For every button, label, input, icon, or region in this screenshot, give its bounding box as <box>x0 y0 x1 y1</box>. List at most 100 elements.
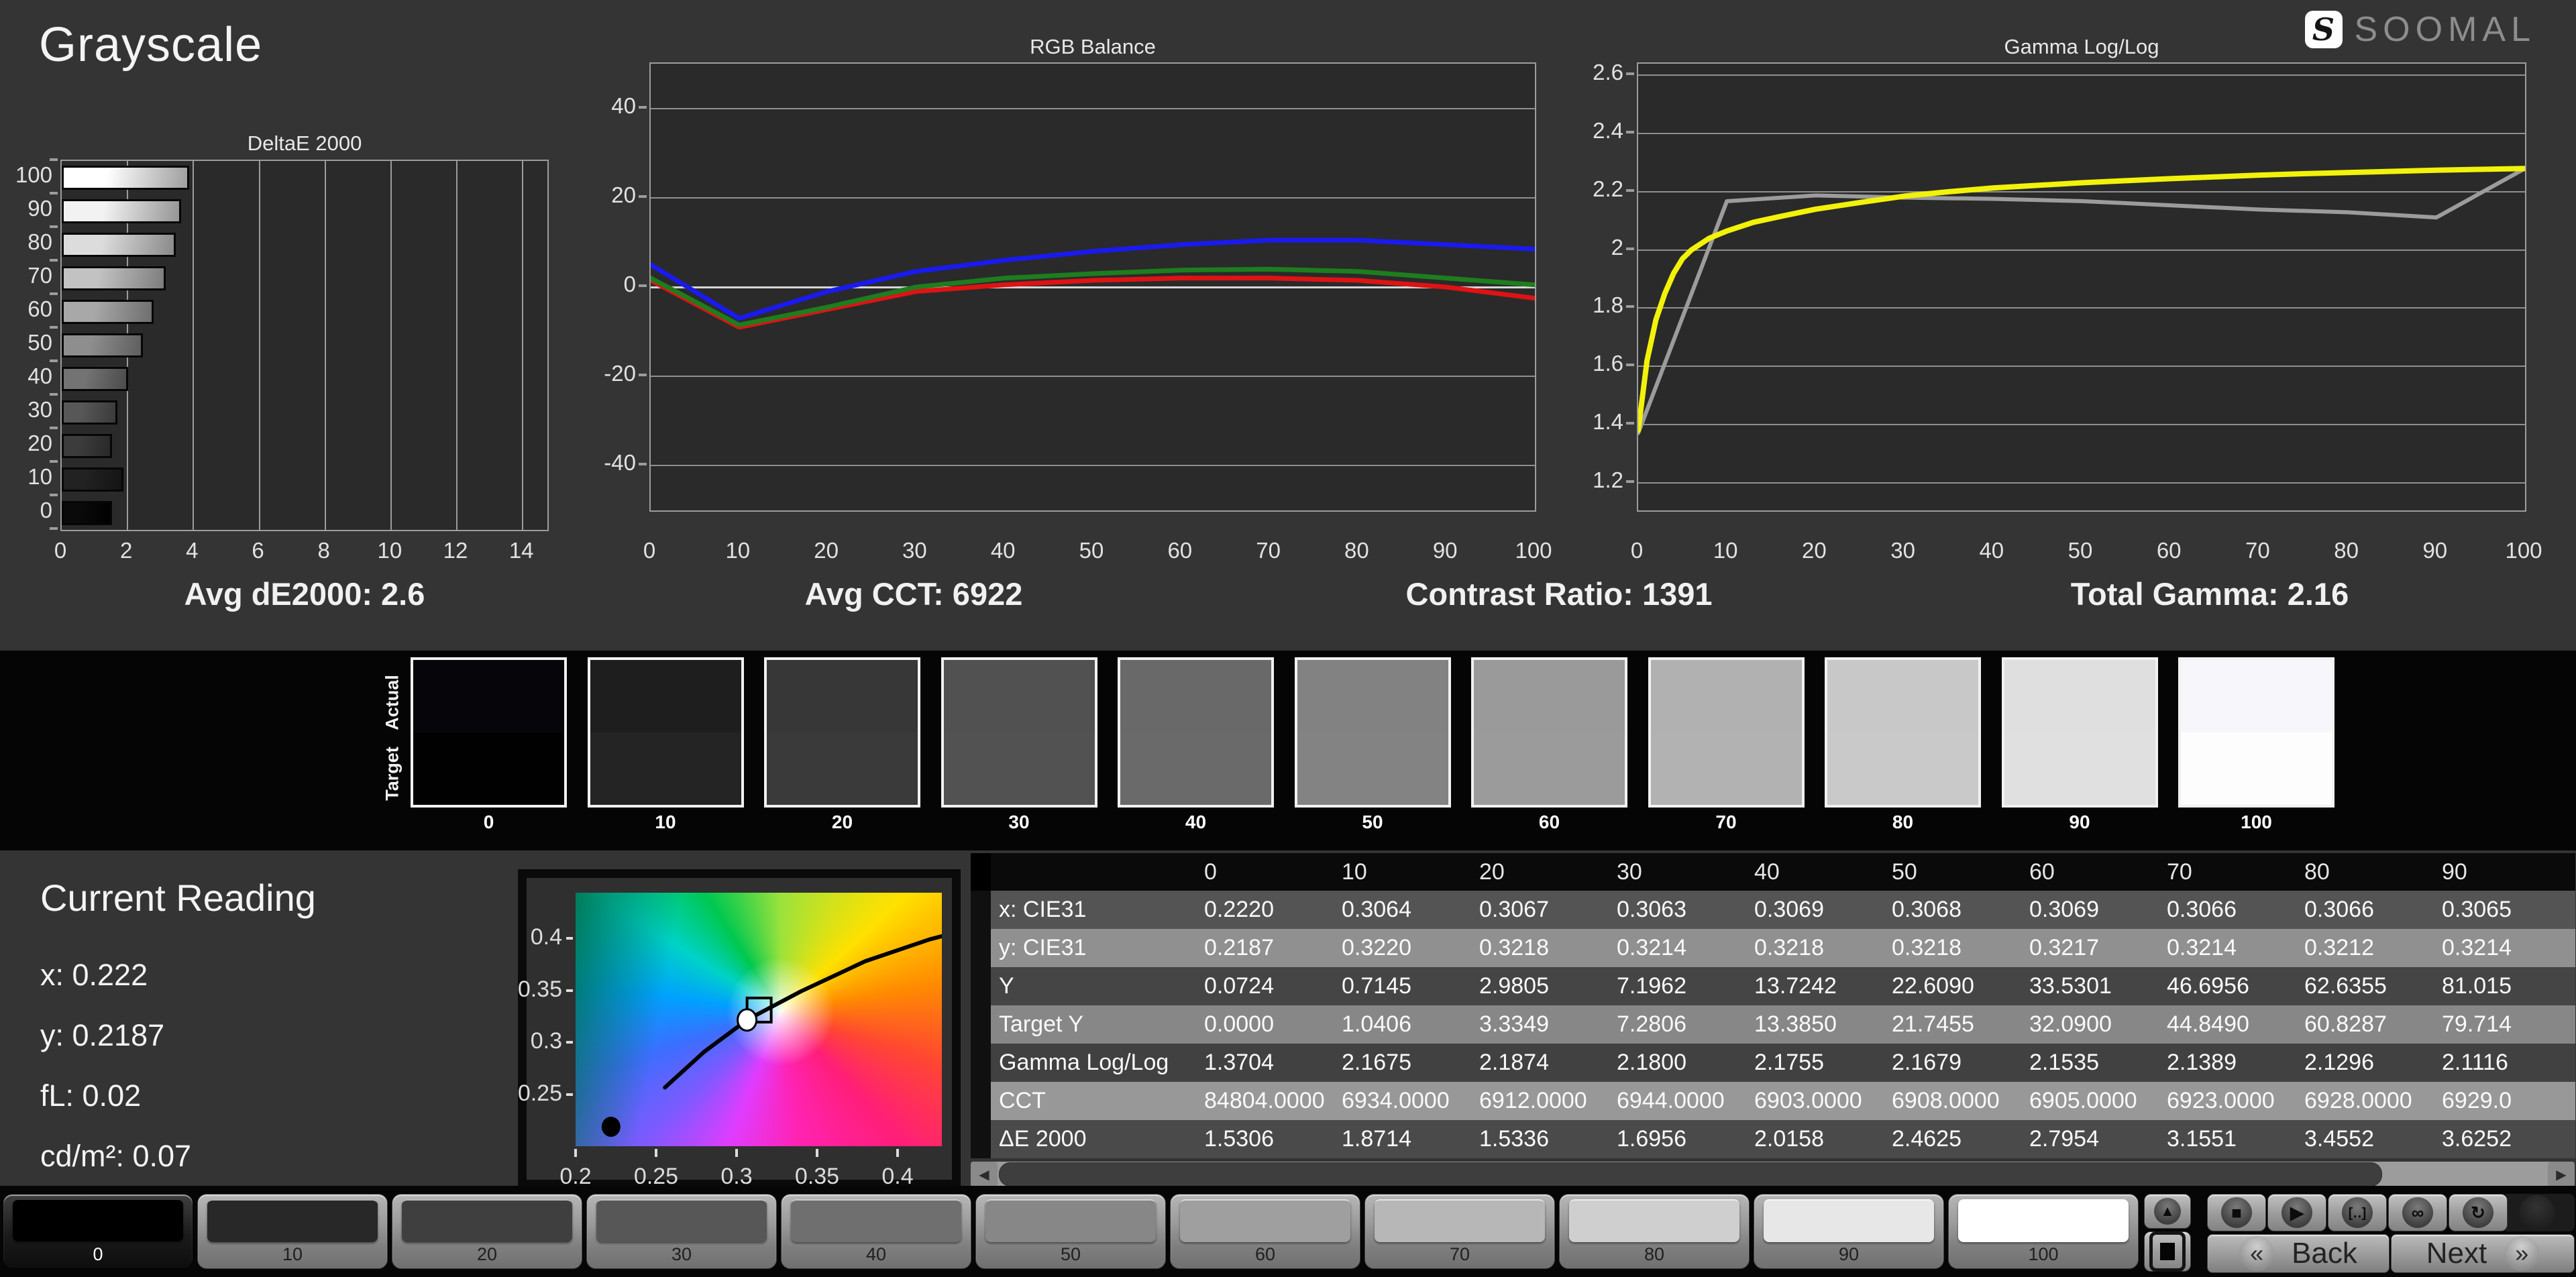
table-cell: 3.3349 <box>1475 1005 1613 1044</box>
gamma-xlabel-10: 10 <box>1713 538 1738 563</box>
cie-xlabel-0.3: 0.3 <box>720 1164 753 1189</box>
cie-ytick <box>566 1093 573 1096</box>
play-button[interactable]: ▶ <box>2267 1194 2326 1231</box>
swatch-actual-60 <box>1474 660 1625 732</box>
table-cell: 22.6090 <box>1888 967 2025 1005</box>
pattern-tile-50[interactable]: 50 <box>975 1194 1166 1269</box>
table-col-header-20: 20 <box>1475 853 1613 891</box>
pattern-tile-swatch <box>985 1199 1156 1242</box>
pattern-tile-20[interactable]: 20 <box>392 1194 582 1269</box>
gamma-chart-title: Gamma Log/Log <box>2004 35 2159 58</box>
table-cell: 13.7242 <box>1750 967 1888 1005</box>
avg-cct-stat: Avg CCT: 6922 <box>804 576 1023 612</box>
swatch-target-20 <box>767 732 918 805</box>
cie-xtick <box>816 1149 818 1157</box>
deltae-bar-10 <box>62 467 123 492</box>
table-cell: 2.1679 <box>1888 1044 2025 1082</box>
refresh-button[interactable]: ↻ <box>2449 1194 2508 1231</box>
bottom-pattern-bar: ▲ « Back Next » 0 10 20 30 40 50 60 70 80 90 100 ■ ▶… <box>0 1186 2576 1277</box>
deltae-xlabel-2: 2 <box>119 538 133 563</box>
pattern-tile-60[interactable]: 60 <box>1170 1194 1360 1269</box>
interval-button[interactable]: [‥] <box>2328 1194 2387 1231</box>
table-cell: 13.3850 <box>1750 1005 1888 1044</box>
pattern-tile-30[interactable]: 30 <box>586 1194 777 1269</box>
deltae-ytick <box>50 225 58 228</box>
deltae-bar-80 <box>62 233 176 257</box>
table-cell: 3.4552 <box>2300 1120 2438 1158</box>
back-icon: « <box>2239 1236 2275 1271</box>
display-mode-button[interactable] <box>2144 1231 2191 1272</box>
scroll-right-icon[interactable]: ▶ <box>2548 1162 2575 1187</box>
pattern-tile-10[interactable]: 10 <box>197 1194 388 1269</box>
strip-swatch-90 <box>2001 657 2158 808</box>
table-scrollbar[interactable]: ◀ ▶ <box>971 1162 2575 1187</box>
table-cell: 0.3218 <box>1750 929 1888 967</box>
table-cell: 2.7954 <box>2025 1120 2163 1158</box>
pattern-tile-swatch <box>1958 1199 2129 1242</box>
scrollbar-thumb[interactable] <box>999 1162 2382 1186</box>
strip-swatch-label-50: 50 <box>1362 812 1383 832</box>
table-cell: 0.3069 <box>2025 891 2163 929</box>
table-cell: 0.3212 <box>2300 929 2438 967</box>
gamma-xlabel-100: 100 <box>2505 538 2542 563</box>
stop-button[interactable]: ■ <box>2207 1194 2266 1231</box>
table-cell: 0.3064 <box>1338 891 1475 929</box>
table-col-header-70: 70 <box>2163 853 2300 891</box>
deltae-ytick <box>50 494 58 496</box>
pattern-tile-90[interactable]: 90 <box>1754 1194 1944 1269</box>
cie-ytick <box>566 1041 573 1044</box>
deltae-ylabel-100: 100 <box>15 162 52 187</box>
deltae-plot <box>60 160 549 531</box>
deltae-xlabel-4: 4 <box>186 538 199 563</box>
cie-ytick <box>566 989 573 992</box>
app-window: Grayscale S SOOMAL DeltaE 2000 RGB Balan… <box>0 0 2576 1277</box>
avg-de2000-stat: Avg dE2000: 2.6 <box>184 576 425 612</box>
table-row: Gamma Log/Log 1.3704 2.1675 2.1874 2.1800 2.1… <box>971 1044 2575 1082</box>
pattern-tile-70[interactable]: 70 <box>1364 1194 1555 1269</box>
table-cell: 60.8287 <box>2300 1005 2438 1044</box>
pattern-tile-swatch <box>13 1199 183 1241</box>
inactive-circle-icon <box>2520 1195 2555 1230</box>
next-button[interactable]: Next » <box>2391 1234 2575 1273</box>
cie-xtick <box>655 1149 657 1157</box>
deltae-ytick <box>50 427 58 429</box>
back-button[interactable]: « Back <box>2207 1234 2390 1273</box>
swatch-actual-50 <box>1297 660 1448 732</box>
pattern-up-button[interactable]: ▲ <box>2144 1194 2191 1229</box>
table-cell: 2.1116 <box>2438 1044 2575 1082</box>
strip-swatch-label-10: 10 <box>655 812 676 832</box>
deltae-ylabel-90: 90 <box>28 196 52 221</box>
pattern-tile-swatch <box>207 1199 378 1242</box>
pattern-tile-0[interactable]: 0 <box>3 1194 193 1269</box>
display-icon <box>2149 1231 2186 1272</box>
rgb-xlabel-100: 100 <box>1515 538 1552 563</box>
table-cell: 0.3069 <box>1750 891 1888 929</box>
infinity-button[interactable]: ∞ <box>2388 1194 2447 1231</box>
pattern-tile-100[interactable]: 100 <box>1948 1194 2139 1269</box>
table-cell: 0.3067 <box>1475 891 1613 929</box>
rgb-ytick <box>639 463 647 466</box>
swatch-actual-20 <box>767 660 918 732</box>
gamma-ytick <box>1626 131 1634 134</box>
gamma-ylabel-1.4: 1.4 <box>1593 409 1623 434</box>
pattern-tile-label: 30 <box>671 1244 692 1264</box>
deltae-ytick <box>50 393 58 396</box>
up-arrow-icon: ▲ <box>2154 1198 2181 1225</box>
table-cell: 7.2806 <box>1613 1005 1750 1044</box>
strip-swatch-label-40: 40 <box>1185 812 1207 832</box>
swatch-target-10 <box>590 732 741 805</box>
table-cell: 0.2220 <box>1200 891 1338 929</box>
gamma-ylabel-2.4: 2.4 <box>1593 118 1623 144</box>
table-cell: 1.3704 <box>1200 1044 1338 1082</box>
rgb-xlabel-60: 60 <box>1167 538 1193 563</box>
rgb-xlabel-40: 40 <box>990 538 1016 563</box>
soomal-logo-text: SOOMAL <box>2354 10 2536 49</box>
scroll-left-icon[interactable]: ◀ <box>971 1162 998 1187</box>
pattern-tile-80[interactable]: 80 <box>1559 1194 1750 1269</box>
strip-swatch-30 <box>941 657 1097 808</box>
gridline <box>258 161 260 530</box>
pattern-tile-40[interactable]: 40 <box>781 1194 971 1269</box>
table-header-row: 0 10 20 30 40 50 60 70 80 90 <box>971 853 2575 891</box>
swatch-target-30 <box>943 732 1095 805</box>
deltae-ytick <box>50 158 58 161</box>
